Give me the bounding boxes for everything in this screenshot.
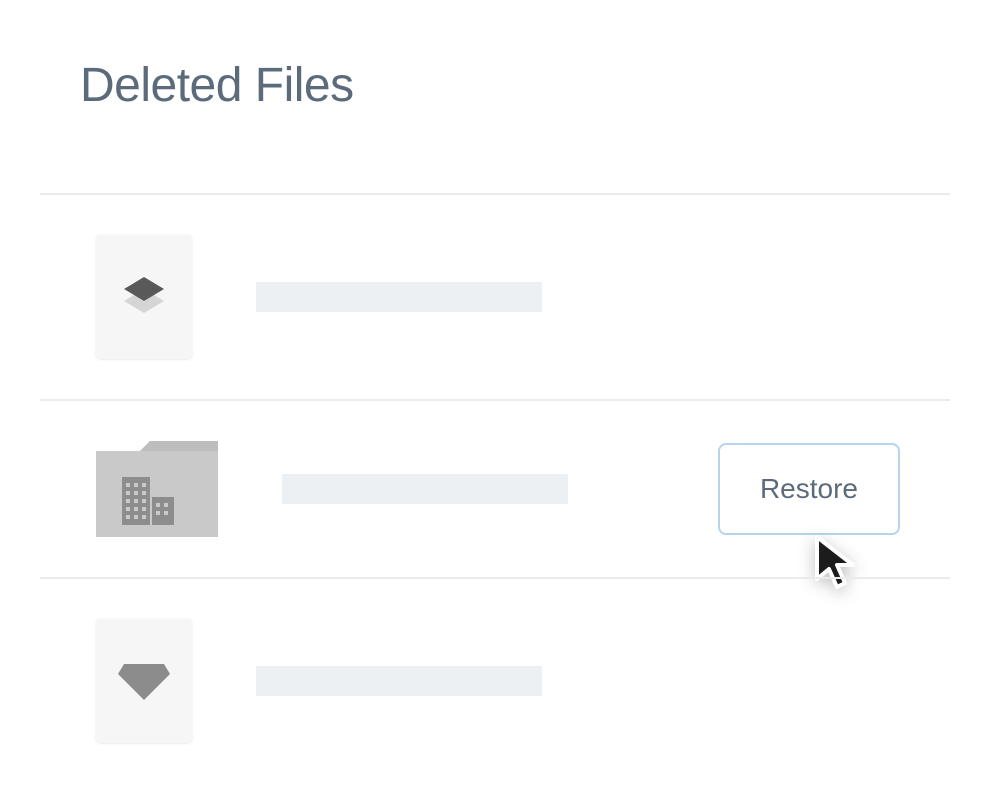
building-folder-icon	[96, 441, 218, 537]
diamond-icon	[118, 660, 170, 702]
list-item[interactable]	[40, 193, 950, 399]
file-thumbnail	[96, 235, 192, 359]
list-item[interactable]	[40, 577, 950, 783]
filename-placeholder	[282, 474, 568, 504]
filename-placeholder	[256, 666, 542, 696]
file-thumbnail	[96, 619, 192, 743]
page-title: Deleted Files	[40, 58, 950, 113]
layers-icon	[119, 275, 169, 319]
deleted-files-list: Restore	[40, 193, 950, 783]
filename-placeholder	[256, 282, 542, 312]
folder-thumbnail	[96, 441, 218, 537]
list-item[interactable]: Restore	[40, 399, 950, 577]
restore-button[interactable]: Restore	[718, 443, 900, 535]
